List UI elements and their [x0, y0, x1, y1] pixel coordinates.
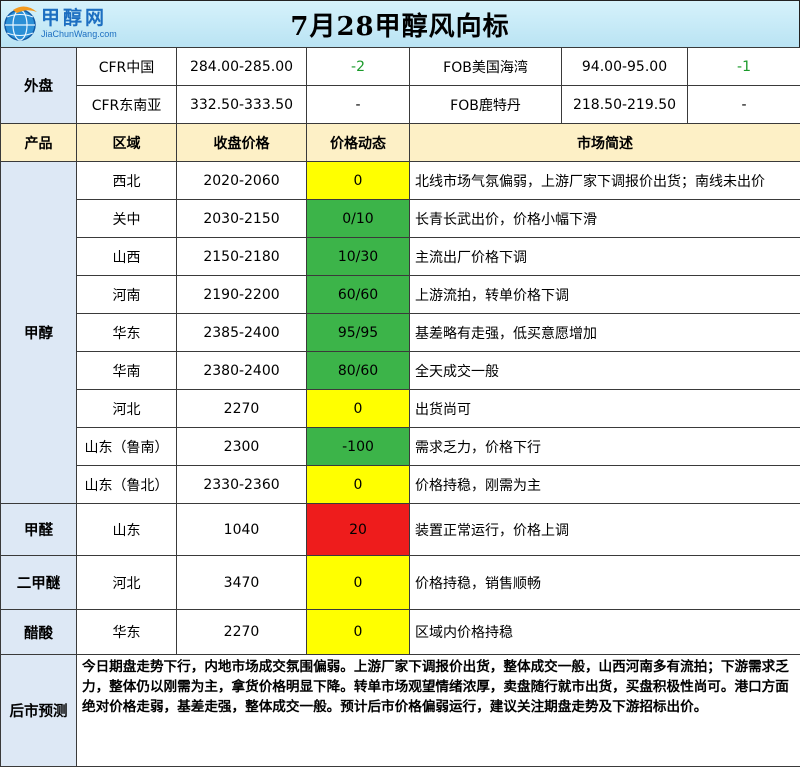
- region-cell: 山东: [77, 504, 177, 556]
- change-cell: -100: [307, 428, 410, 466]
- foreign-price: 94.00-95.00: [562, 48, 688, 86]
- table-row: 山东（鲁北） 2330-2360 0 价格持稳，刚需为主: [1, 466, 800, 504]
- price-cell: 1040: [177, 504, 307, 556]
- table-row: 河北 2270 0 出货尚可: [1, 390, 800, 428]
- region-cell: 河南: [77, 276, 177, 314]
- page-title: 7月28甲醇风向标: [1, 6, 799, 43]
- price-cell: 2270: [177, 610, 307, 655]
- foreign-row: 外盘 CFR中国 284.00-285.00 -2 FOB美国海湾 94.00-…: [1, 48, 800, 86]
- table-row: 关中 2030-2150 0/10 长青长武出价，价格小幅下滑: [1, 200, 800, 238]
- table-row: 山东（鲁南） 2300 -100 需求乏力，价格下行: [1, 428, 800, 466]
- foreign-change: -2: [307, 48, 410, 86]
- brief-cell: 价格持稳，刚需为主: [410, 466, 800, 504]
- foreign-price: 284.00-285.00: [177, 48, 307, 86]
- table-row: 山西 2150-2180 10/30 主流出厂价格下调: [1, 238, 800, 276]
- table-row: 华南 2380-2400 80/60 全天成交一般: [1, 352, 800, 390]
- table-row: 甲醛 山东 1040 20 装置正常运行，价格上调: [1, 504, 800, 556]
- brief-cell: 装置正常运行，价格上调: [410, 504, 800, 556]
- change-cell: 0: [307, 162, 410, 200]
- foreign-change: -1: [688, 48, 800, 86]
- brief-cell: 出货尚可: [410, 390, 800, 428]
- foreign-change: -: [307, 86, 410, 124]
- brief-cell: 基差略有走强，低买意愿增加: [410, 314, 800, 352]
- col-product-header: 产品: [1, 124, 77, 162]
- product-name: 二甲醚: [1, 556, 77, 610]
- table-row: 华东 2385-2400 95/95 基差略有走强，低买意愿增加: [1, 314, 800, 352]
- forecast-row: 后市预测 今日期盘走势下行，内地市场成交氛围偏弱。上游厂家下调报价出货，整体成交…: [1, 655, 800, 767]
- price-cell: 3470: [177, 556, 307, 610]
- region-cell: 山西: [77, 238, 177, 276]
- foreign-market: CFR中国: [77, 48, 177, 86]
- col-price-move-header: 价格动态: [307, 124, 410, 162]
- col-brief-header: 市场简述: [410, 124, 800, 162]
- region-cell: 山东（鲁南）: [77, 428, 177, 466]
- change-cell: 0: [307, 390, 410, 428]
- foreign-price: 332.50-333.50: [177, 86, 307, 124]
- change-cell: 0/10: [307, 200, 410, 238]
- foreign-market: FOB美国海湾: [410, 48, 562, 86]
- region-cell: 西北: [77, 162, 177, 200]
- region-cell: 河北: [77, 390, 177, 428]
- change-cell: 0: [307, 466, 410, 504]
- table-row: 甲醇 西北 2020-2060 0 北线市场气氛偏弱，上游厂家下调报价出货；南线…: [1, 162, 800, 200]
- region-cell: 华东: [77, 314, 177, 352]
- price-cell: 2150-2180: [177, 238, 307, 276]
- change-cell: 95/95: [307, 314, 410, 352]
- price-cell: 2190-2200: [177, 276, 307, 314]
- region-cell: 关中: [77, 200, 177, 238]
- title-bar: 甲醇网 JiaChunWang.com 7月28甲醇风向标: [0, 0, 800, 48]
- region-cell: 山东（鲁北）: [77, 466, 177, 504]
- brief-cell: 区域内价格持稳: [410, 610, 800, 655]
- price-cell: 2020-2060: [177, 162, 307, 200]
- table-row: 醋酸 华东 2270 0 区域内价格持稳: [1, 610, 800, 655]
- foreign-market: CFR东南亚: [77, 86, 177, 124]
- brief-cell: 全天成交一般: [410, 352, 800, 390]
- col-region-header: 区域: [77, 124, 177, 162]
- brief-cell: 需求乏力，价格下行: [410, 428, 800, 466]
- price-table: 外盘 CFR中国 284.00-285.00 -2 FOB美国海湾 94.00-…: [0, 47, 800, 767]
- region-cell: 河北: [77, 556, 177, 610]
- product-name: 甲醇: [1, 162, 77, 504]
- col-close-price-header: 收盘价格: [177, 124, 307, 162]
- brief-cell: 主流出厂价格下调: [410, 238, 800, 276]
- price-cell: 2030-2150: [177, 200, 307, 238]
- foreign-row: CFR东南亚 332.50-333.50 - FOB鹿特丹 218.50-219…: [1, 86, 800, 124]
- price-cell: 2380-2400: [177, 352, 307, 390]
- region-cell: 华南: [77, 352, 177, 390]
- foreign-label: 外盘: [1, 48, 77, 124]
- region-cell: 华东: [77, 610, 177, 655]
- change-cell: 10/30: [307, 238, 410, 276]
- forecast-label: 后市预测: [1, 655, 77, 767]
- foreign-change: -: [688, 86, 800, 124]
- price-cell: 2270: [177, 390, 307, 428]
- price-cell: 2385-2400: [177, 314, 307, 352]
- table-row: 二甲醚 河北 3470 0 价格持稳，销售顺畅: [1, 556, 800, 610]
- report-sheet: 甲醇网 JiaChunWang.com 7月28甲醇风向标 外盘 CFR中国 2…: [0, 0, 800, 763]
- table-row: 河南 2190-2200 60/60 上游流拍，转单价格下调: [1, 276, 800, 314]
- change-cell: 0: [307, 610, 410, 655]
- price-cell: 2330-2360: [177, 466, 307, 504]
- product-name: 甲醛: [1, 504, 77, 556]
- column-header-row: 产品 区域 收盘价格 价格动态 市场简述: [1, 124, 800, 162]
- brief-cell: 上游流拍，转单价格下调: [410, 276, 800, 314]
- foreign-price: 218.50-219.50: [562, 86, 688, 124]
- brief-cell: 长青长武出价，价格小幅下滑: [410, 200, 800, 238]
- brief-cell: 价格持稳，销售顺畅: [410, 556, 800, 610]
- brief-cell: 北线市场气氛偏弱，上游厂家下调报价出货；南线未出价: [410, 162, 800, 200]
- change-cell: 60/60: [307, 276, 410, 314]
- change-cell: 20: [307, 504, 410, 556]
- change-cell: 0: [307, 556, 410, 610]
- forecast-text: 今日期盘走势下行，内地市场成交氛围偏弱。上游厂家下调报价出货，整体成交一般，山西…: [77, 655, 800, 767]
- foreign-market: FOB鹿特丹: [410, 86, 562, 124]
- product-name: 醋酸: [1, 610, 77, 655]
- price-cell: 2300: [177, 428, 307, 466]
- change-cell: 80/60: [307, 352, 410, 390]
